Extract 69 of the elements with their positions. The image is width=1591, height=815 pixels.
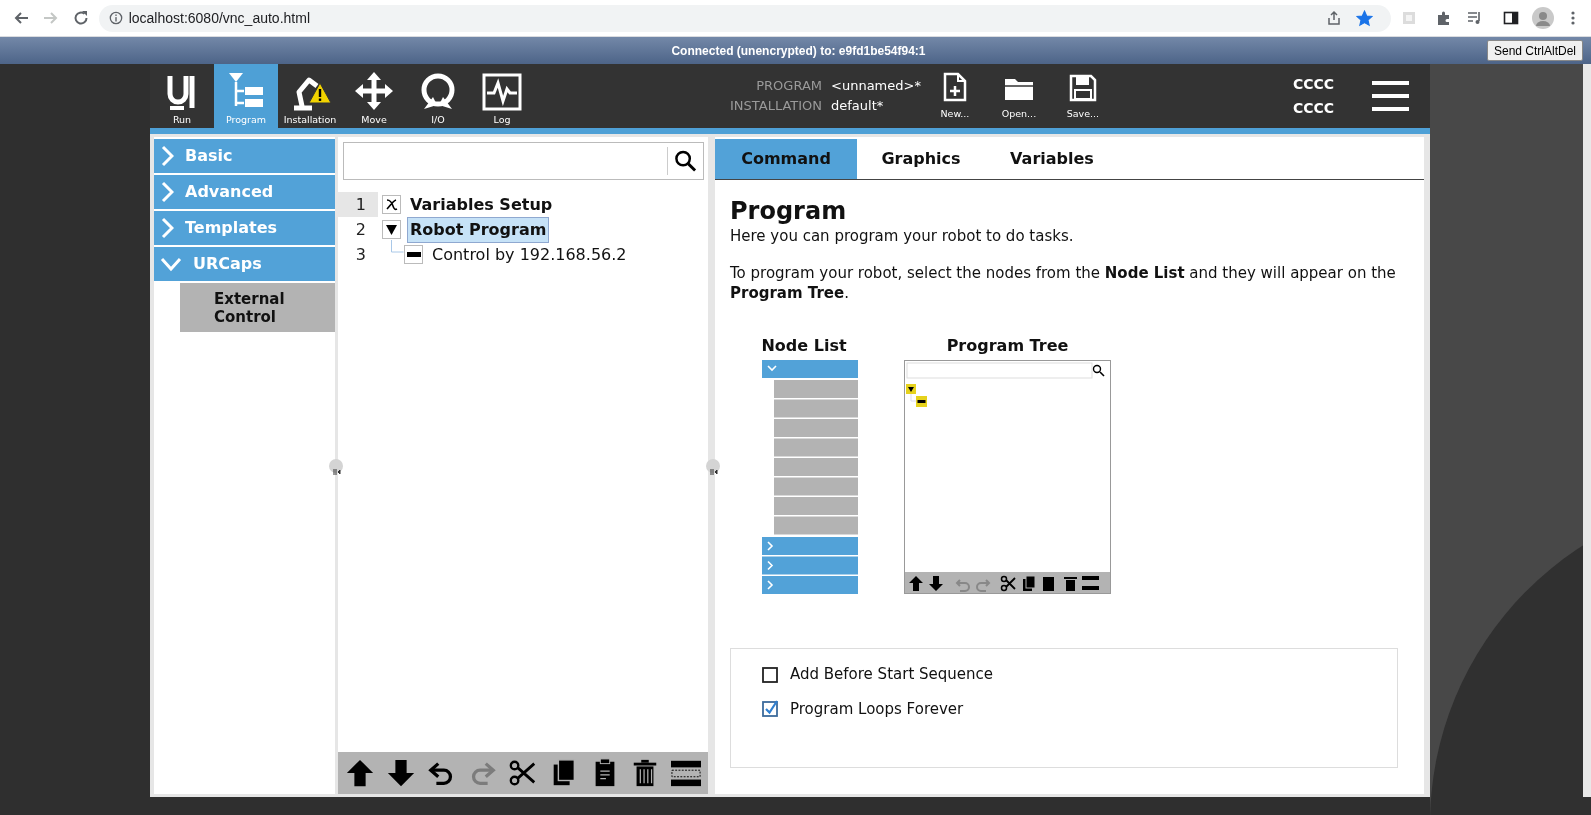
share-icon: [1325, 10, 1342, 26]
section-title: Program: [730, 196, 848, 226]
description-text: To program your robot, select the nodes from the Node List and they will appear on the Program Tree.: [730, 263, 1397, 303]
node-icon-box[interactable]: [382, 195, 401, 214]
save-icon: [1068, 73, 1097, 102]
arrow-down-icon: [385, 758, 416, 788]
tree-node[interactable]: Robot Program: [407, 216, 550, 243]
app-tab[interactable]: Installation: [278, 64, 342, 128]
checkbox-label: Program Loops Forever: [790, 698, 964, 720]
checkbox-label: Add Before Start Sequence: [790, 664, 994, 685]
app-tab[interactable]: Move: [342, 64, 406, 128]
program-label: PROGRAM: [755, 77, 823, 95]
panel-tab[interactable]: Variables: [985, 139, 1119, 179]
dash-icon: [406, 252, 421, 257]
node-item[interactable]: External Control: [180, 283, 335, 332]
node-icon-box[interactable]: [404, 245, 423, 264]
checkbox[interactable]: [762, 700, 779, 718]
search-field[interactable]: [343, 142, 704, 180]
node-icon-box[interactable]: [382, 220, 401, 239]
resize-handle[interactable]: [706, 459, 720, 473]
menu-icon: [1571, 10, 1576, 26]
file-button[interactable]: Open...: [986, 64, 1051, 128]
tree-node[interactable]: Variables Setup: [407, 191, 556, 218]
mode-text: CCCC: [1292, 75, 1335, 94]
app-tab[interactable]: I/O: [406, 64, 470, 128]
avatar-icon: [1532, 7, 1555, 29]
connection-status: Connected (unencrypted) to: e9fd1be54f94:1: [670, 42, 926, 60]
mode-text: CCCC: [1292, 99, 1335, 118]
url-text: localhost:6080/vnc_auto.html: [128, 8, 310, 28]
line-number: 3: [354, 244, 367, 266]
playlist-icon: [1466, 10, 1483, 26]
app-tab[interactable]: Run: [150, 64, 214, 128]
extension-icon: [1401, 10, 1418, 26]
move-arrows-icon: [354, 70, 394, 111]
caption-text: Program Tree: [945, 335, 1070, 357]
tree-node[interactable]: Control by 192.168.56.2: [429, 241, 630, 268]
scrollbar[interactable]: [1583, 64, 1591, 797]
tree-line: [391, 240, 404, 255]
hamburger-menu-button[interactable]: [1372, 80, 1410, 112]
back-arrow-icon: [12, 10, 29, 26]
program-name: <unnamed>*: [831, 77, 921, 95]
profile-button[interactable]: [1530, 5, 1556, 31]
side-panel-icon: [1502, 10, 1519, 26]
line-number: 2: [354, 219, 367, 241]
suppress-icon: [671, 758, 701, 788]
star-icon: [1356, 9, 1374, 27]
pulse-chart-icon: [482, 72, 522, 111]
forward-arrow-icon: [42, 10, 59, 26]
file-button[interactable]: Save...: [1050, 64, 1115, 128]
info-icon: [108, 11, 123, 25]
line-number: 1: [338, 192, 378, 217]
address-bar[interactable]: localhost:6080/vnc_auto.html: [98, 4, 1391, 32]
search-icon: [674, 149, 697, 173]
app-tab[interactable]: Log: [470, 64, 534, 128]
description-text: Here you can program your robot to do tasks.: [730, 226, 1075, 246]
new-file-icon: [942, 71, 967, 102]
installation-label: INSTALLATION: [730, 97, 823, 115]
menu-icon: [1372, 80, 1410, 112]
panel-tab[interactable]: Command: [715, 139, 857, 179]
installation-name: default*: [831, 97, 885, 115]
arrow-up-icon: [345, 758, 375, 788]
variable-x-icon: [385, 198, 398, 211]
reload-icon: [73, 10, 90, 26]
file-button[interactable]: New...: [922, 64, 987, 128]
panel-tab[interactable]: Graphics: [857, 139, 985, 179]
checkbox[interactable]: [762, 665, 779, 683]
caption-text: Node List: [760, 335, 848, 357]
scissors-icon: [508, 758, 538, 788]
send-ctrl-alt-del-button[interactable]: Send CtrlAltDel: [1486, 40, 1583, 61]
